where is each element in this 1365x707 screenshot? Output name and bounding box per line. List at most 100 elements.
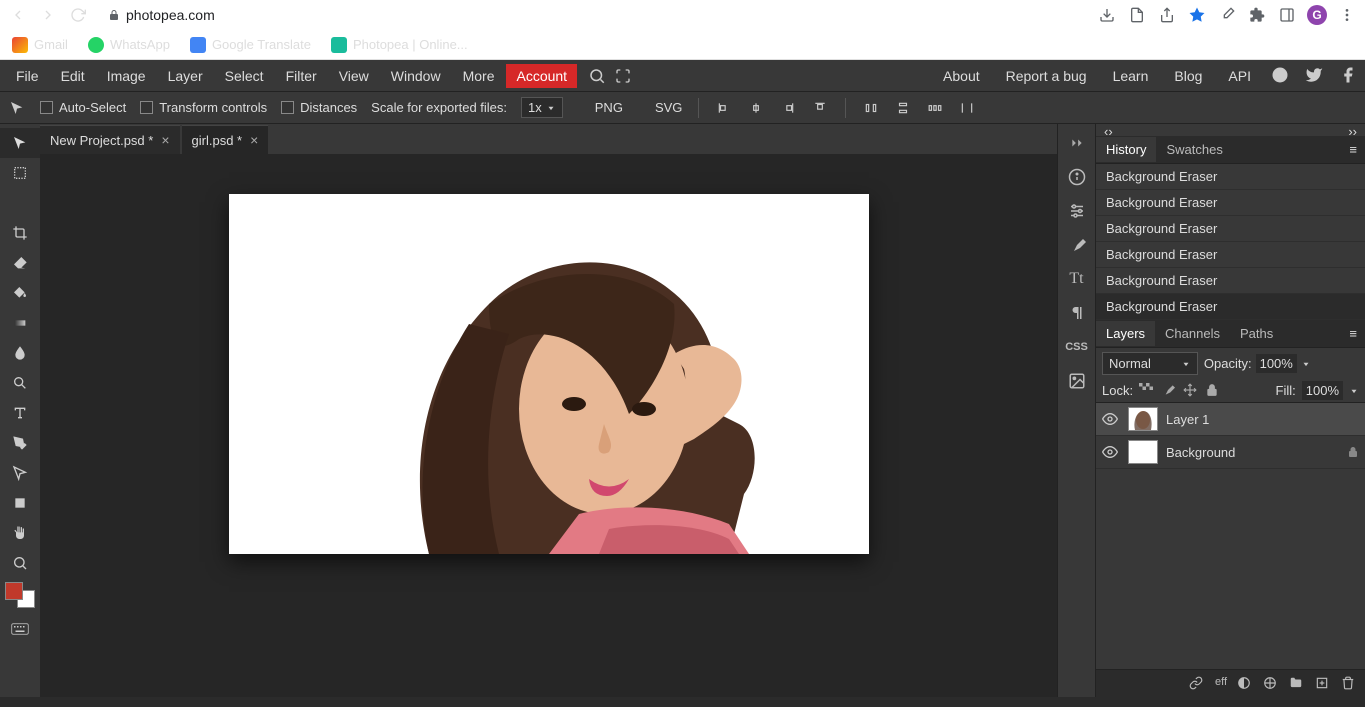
bookmark-whatsapp[interactable]: WhatsApp [88,37,170,53]
blur-tool[interactable] [0,338,40,368]
dropdown-icon[interactable] [1349,386,1359,396]
link-report-bug[interactable]: Report a bug [1000,64,1093,88]
doc-tab-girl[interactable]: girl.psd *× [182,125,269,154]
menu-image[interactable]: Image [97,64,156,88]
history-item[interactable]: Background Eraser [1096,242,1365,268]
page-icon[interactable] [1127,5,1147,25]
color-swatches[interactable] [5,582,35,608]
reload-button[interactable] [68,5,88,25]
adjust-panel-icon[interactable] [1060,196,1094,226]
collapse-right-icon[interactable]: ›› [1348,124,1357,136]
tab-swatches[interactable]: Swatches [1156,137,1232,162]
fullscreen-icon[interactable] [611,64,635,88]
hand-tool[interactable] [0,518,40,548]
collapse-icon[interactable] [1060,128,1094,158]
align-top-icon[interactable] [811,99,829,117]
marquee-tool[interactable] [0,158,40,188]
opacity-value[interactable]: 100% [1256,354,1297,373]
export-png-button[interactable]: PNG [577,100,623,115]
shape-tool[interactable] [0,488,40,518]
history-item[interactable]: Background Eraser [1096,268,1365,294]
reddit-icon[interactable] [1271,66,1291,86]
doc-tab-new-project[interactable]: New Project.psd *× [40,125,180,154]
address-bar[interactable]: photopea.com [108,7,215,23]
back-button[interactable] [8,5,28,25]
wand-tool[interactable] [0,188,40,218]
tab-channels[interactable]: Channels [1155,321,1230,346]
download-icon[interactable] [1097,5,1117,25]
bookmark-star-icon[interactable] [1187,5,1207,25]
fill-value[interactable]: 100% [1302,381,1343,400]
zoom-tool[interactable] [0,548,40,578]
crop-tool[interactable] [0,218,40,248]
dodge-tool[interactable] [0,368,40,398]
share-icon[interactable] [1157,5,1177,25]
keyboard-icon[interactable] [0,614,40,644]
effects-button[interactable]: eff [1215,676,1227,692]
menu-more[interactable]: More [453,64,505,88]
distribute-spacing2-icon[interactable] [958,99,976,117]
link-api[interactable]: API [1222,64,1257,88]
menu-account[interactable]: Account [506,64,577,88]
align-center-h-icon[interactable] [747,99,765,117]
facebook-icon[interactable] [1339,66,1359,86]
path-select-tool[interactable] [0,458,40,488]
menu-layer[interactable]: Layer [158,64,213,88]
lock-all-icon[interactable] [1205,383,1221,399]
visibility-toggle-icon[interactable] [1102,444,1120,460]
distances-checkbox[interactable]: Distances [281,100,357,115]
type-tool[interactable] [0,398,40,428]
link-blog[interactable]: Blog [1168,64,1208,88]
mask-icon[interactable] [1237,676,1253,692]
dropdown-icon[interactable] [1301,359,1311,369]
delete-layer-icon[interactable] [1341,676,1357,692]
foreground-color[interactable] [5,582,23,600]
panel-menu-icon[interactable]: ≡ [1341,322,1365,345]
auto-select-checkbox[interactable]: Auto-Select [40,100,126,115]
forward-button[interactable] [38,5,58,25]
character-panel-icon[interactable]: Tt [1060,264,1094,294]
layer-row[interactable]: Layer 1 [1096,403,1365,436]
gradient-tool[interactable] [0,308,40,338]
align-right-icon[interactable] [779,99,797,117]
menu-file[interactable]: File [6,64,49,88]
close-icon[interactable]: × [161,132,169,148]
align-left-icon[interactable] [715,99,733,117]
eyedropper-icon[interactable] [1217,5,1237,25]
kebab-menu-icon[interactable] [1337,5,1357,25]
lock-pixels-icon[interactable] [1139,383,1155,399]
menu-select[interactable]: Select [215,64,274,88]
history-item[interactable]: Background Eraser [1096,216,1365,242]
distribute-v-icon[interactable] [894,99,912,117]
info-panel-icon[interactable] [1060,162,1094,192]
export-svg-button[interactable]: SVG [637,100,682,115]
visibility-toggle-icon[interactable] [1102,411,1120,427]
scale-select[interactable]: 1x [521,97,563,118]
layer-thumbnail[interactable] [1128,440,1158,464]
css-panel-icon[interactable]: CSS [1060,332,1094,362]
lock-brush-icon[interactable] [1161,383,1177,399]
link-layers-icon[interactable] [1189,676,1205,692]
history-item[interactable]: Background Eraser [1096,190,1365,216]
menu-edit[interactable]: Edit [51,64,95,88]
bookmark-gmail[interactable]: Gmail [12,37,68,53]
panel-menu-icon[interactable]: ≡ [1341,138,1365,161]
search-icon[interactable] [585,64,609,88]
tab-layers[interactable]: Layers [1096,321,1155,346]
twitter-icon[interactable] [1305,66,1325,86]
bookmark-photopea[interactable]: Photopea | Online... [331,37,468,53]
layer-row[interactable]: Background [1096,436,1365,469]
eraser-tool[interactable] [0,248,40,278]
canvas[interactable] [229,194,869,554]
brush-panel-icon[interactable] [1060,230,1094,260]
blend-mode-select[interactable]: Normal [1102,352,1198,375]
extensions-icon[interactable] [1247,5,1267,25]
tab-paths[interactable]: Paths [1230,321,1283,346]
new-layer-icon[interactable] [1315,676,1331,692]
link-learn[interactable]: Learn [1107,64,1155,88]
side-panel-icon[interactable] [1277,5,1297,25]
image-panel-icon[interactable] [1060,366,1094,396]
adjustment-layer-icon[interactable] [1263,676,1279,692]
distribute-h-icon[interactable] [862,99,880,117]
profile-avatar[interactable]: G [1307,5,1327,25]
